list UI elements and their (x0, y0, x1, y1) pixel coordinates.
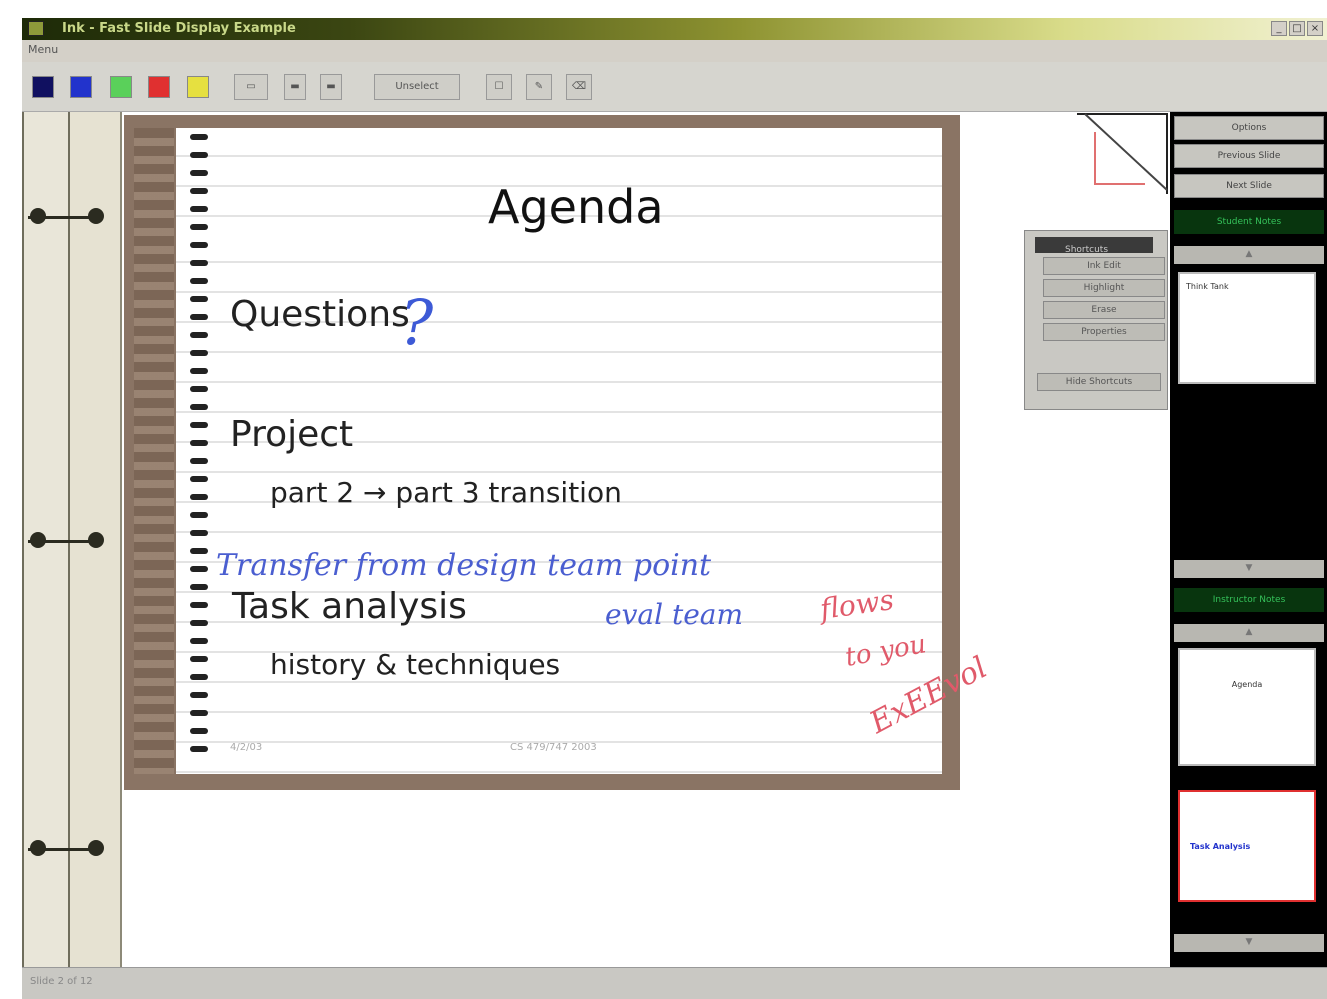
palette-title-bar[interactable]: Shortcuts (1035, 237, 1153, 255)
binder-ring-icon (30, 840, 46, 856)
palette-properties-button[interactable]: Properties (1043, 323, 1165, 341)
scroll-up-button[interactable]: ▲ (1174, 246, 1324, 264)
window-controls: _ □ × (1271, 21, 1323, 36)
thumbnail-label: Think Tank (1186, 282, 1229, 291)
palette-title: Shortcuts (1065, 245, 1109, 255)
menu-item[interactable]: Menu (28, 43, 58, 56)
slide-bullet: Task analysis (232, 586, 467, 627)
slide-footer-course: CS 479/747 2003 (510, 742, 597, 753)
binder-ring-icon (88, 208, 104, 224)
previous-slide-button[interactable]: Previous Slide (1174, 144, 1324, 168)
title-bar: Ink - Fast Slide Display Example _ □ × (22, 18, 1327, 40)
scroll-down-button[interactable]: ▼ (1174, 934, 1324, 952)
instructor-notes-label: Instructor Notes (1174, 588, 1324, 612)
pen-width-button[interactable]: ▭ (234, 74, 268, 100)
color-swatch-navy[interactable] (32, 76, 54, 98)
slide-sub-bullet: history & techniques (270, 648, 561, 681)
minimize-button[interactable]: _ (1271, 21, 1287, 36)
toolbar: ▭ ▬ ▬ Unselect ☐ ✎ ⌫ (22, 62, 1327, 112)
erase-tool-button[interactable]: ⌫ (566, 74, 592, 100)
ink-annotation: eval team (605, 598, 744, 631)
slide-footer-date: 4/2/03 (230, 742, 263, 753)
binder-ring-icon (30, 208, 46, 224)
scroll-down-button[interactable]: ▼ (1174, 560, 1324, 578)
status-bar: Slide 2 of 12 (22, 967, 1327, 999)
binder-ring-icon (88, 840, 104, 856)
notebook-edge (134, 128, 174, 774)
slide-title: Agenda (488, 180, 664, 234)
color-swatch-red[interactable] (148, 76, 170, 98)
slide-thumbnail[interactable]: Think Tank (1178, 272, 1316, 384)
palette-erase-button[interactable]: Erase (1043, 301, 1165, 319)
ink-annotation: Transfer from design team point (216, 548, 712, 583)
ink-question-mark: ? (400, 286, 434, 359)
window-title: Ink - Fast Slide Display Example (62, 21, 296, 36)
slide-bullet: Project (230, 414, 354, 455)
thumbnail-label: Task Analysis (1190, 842, 1251, 851)
color-swatch-yellow[interactable] (187, 76, 209, 98)
right-panel: Options Previous Slide Next Slide Studen… (1170, 112, 1327, 967)
shortcut-palette: Shortcuts Ink Edit Highlight Erase Prope… (1024, 230, 1168, 410)
palette-ink-edit-button[interactable]: Ink Edit (1043, 257, 1165, 275)
scroll-up-button[interactable]: ▲ (1174, 624, 1324, 642)
options-button[interactable]: Options (1174, 116, 1324, 140)
student-notes-label: Student Notes (1174, 210, 1324, 234)
slide-thumbnail[interactable]: Agenda (1178, 648, 1316, 766)
selected-slide-thumbnail[interactable]: Task Analysis (1178, 790, 1316, 902)
spiral-binding (190, 134, 210, 764)
palette-highlight-button[interactable]: Highlight (1043, 279, 1165, 297)
thumbnail-label: Agenda (1231, 680, 1263, 689)
color-swatch-blue[interactable] (70, 76, 92, 98)
lasso-selection-icon (1077, 113, 1168, 194)
pen-thin-button[interactable]: ▬ (284, 74, 306, 100)
next-slide-button[interactable]: Next Slide (1174, 174, 1324, 198)
menu-bar: Menu (22, 40, 1327, 62)
select-tool-button[interactable]: ☐ (486, 74, 512, 100)
color-swatch-green[interactable] (110, 76, 132, 98)
maximize-button[interactable]: □ (1289, 21, 1305, 36)
slide-bullet: Questions (230, 294, 410, 335)
hide-shortcuts-button[interactable]: Hide Shortcuts (1037, 373, 1161, 391)
pen-thick-button[interactable]: ▬ (320, 74, 342, 100)
app-window: Ink - Fast Slide Display Example _ □ × M… (0, 0, 1327, 999)
slide-sub-bullet: part 2 → part 3 transition (270, 476, 622, 509)
app-icon (28, 21, 44, 36)
binder-ring-icon (88, 532, 104, 548)
unselect-button[interactable]: Unselect (374, 74, 460, 100)
binder-ring-icon (30, 532, 46, 548)
close-button[interactable]: × (1307, 21, 1323, 36)
status-text: Slide 2 of 12 (30, 976, 93, 987)
pen-tool-button[interactable]: ✎ (526, 74, 552, 100)
